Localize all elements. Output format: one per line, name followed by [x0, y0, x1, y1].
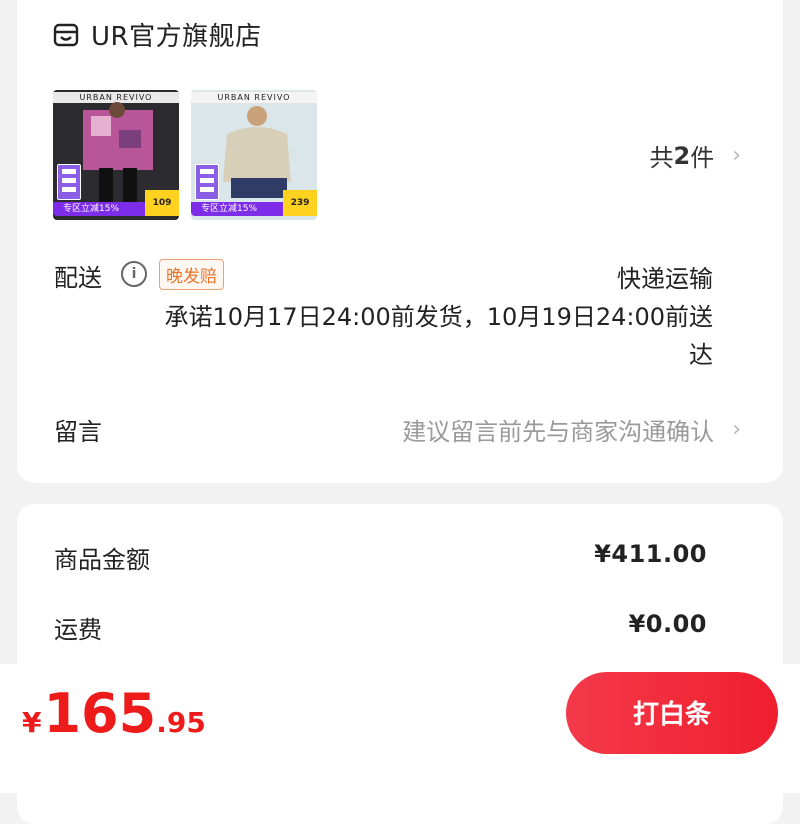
total-price: ¥165.95 — [22, 682, 206, 745]
shipping-method[interactable]: 快递运输 — [617, 259, 713, 294]
freight-label: 运费 — [54, 616, 102, 644]
total-integer: 165 — [43, 682, 157, 745]
item-count-number: 2 — [673, 141, 691, 170]
goods-amount-label: 商品金额 — [54, 546, 150, 574]
shipping-label: 配送 — [54, 264, 102, 292]
store-header[interactable]: UR官方旗舰店 — [53, 16, 262, 53]
item-count[interactable]: 共2件 › — [649, 138, 741, 173]
goods-amount-row: 商品金额 ¥411.00 — [54, 540, 707, 575]
late-delivery-badge: 晚发赔 — [159, 259, 224, 290]
store-name: UR官方旗舰店 — [91, 22, 262, 52]
promo-label: 专区立减15% — [191, 202, 283, 216]
message-label: 留言 — [54, 418, 102, 446]
info-icon[interactable]: i — [121, 261, 147, 287]
product-thumbnail[interactable]: URBAN REVIVO 专区立减15% 109 — [53, 90, 179, 220]
item-count-prefix: 共 — [649, 144, 674, 172]
product-price: 109 — [145, 190, 179, 216]
product-thumbnail[interactable]: URBAN REVIVO 专区立减15% 239 — [191, 90, 317, 220]
promo-tag — [57, 164, 81, 200]
shipping-promise: 承诺10月17日24:00前发货，10月19日24:00前送达 — [164, 303, 713, 369]
message-placeholder: 建议留言前先与商家沟通确认 — [402, 418, 715, 446]
order-store-card: UR官方旗舰店 URBAN REVIVO 专区立减15% 109 URBAN R… — [17, 0, 783, 483]
item-count-suffix: 件 — [690, 144, 715, 172]
promo-label: 专区立减15% — [53, 202, 145, 216]
store-icon — [53, 23, 79, 46]
promo-tag — [195, 164, 219, 200]
checkout-bar: ¥165.95 打白条 — [0, 664, 800, 793]
chevron-right-icon: › — [732, 143, 741, 168]
pay-baitiao-button[interactable]: 打白条 — [566, 672, 778, 754]
total-decimal: .95 — [156, 706, 206, 739]
message-input[interactable]: 建议留言前先与商家沟通确认 › — [402, 412, 741, 447]
goods-amount-value: ¥411.00 — [594, 540, 707, 568]
freight-value: ¥0.00 — [628, 610, 707, 638]
freight-row: 运费 ¥0.00 — [54, 610, 707, 645]
product-price: 239 — [283, 190, 317, 216]
currency-symbol: ¥ — [22, 706, 42, 739]
chevron-right-icon: › — [732, 417, 741, 442]
